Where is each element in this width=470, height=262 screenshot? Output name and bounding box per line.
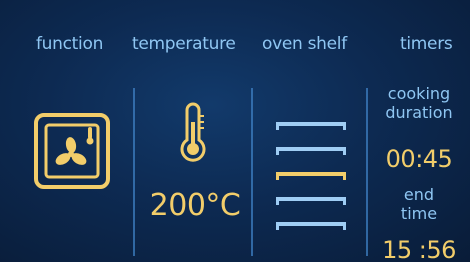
fan-oven-icon[interactable] xyxy=(33,112,111,192)
shelf-level-1[interactable] xyxy=(276,122,346,130)
shelf-level-3[interactable] xyxy=(276,172,346,180)
end-label-line1: end xyxy=(403,185,435,204)
header-temperature[interactable]: temperature xyxy=(132,34,236,54)
oven-display: function temperature oven shelf timers 2… xyxy=(0,0,470,262)
end-time-value[interactable]: 15 :56 xyxy=(372,236,466,262)
header-function[interactable]: function xyxy=(36,34,103,54)
shelf-level-4[interactable] xyxy=(276,197,346,205)
shelf-level-5[interactable] xyxy=(276,222,346,230)
cooking-label-line2: duration xyxy=(385,103,453,122)
column-divider xyxy=(251,88,253,256)
end-time-label: end time xyxy=(372,185,466,223)
thermometer-icon[interactable] xyxy=(176,102,210,164)
cooking-duration-label: cooking duration xyxy=(372,84,466,122)
shelf-level-2[interactable] xyxy=(276,147,346,155)
header-oven-shelf[interactable]: oven shelf xyxy=(262,34,347,54)
column-divider xyxy=(366,88,368,256)
header-timers[interactable]: timers xyxy=(400,34,453,54)
cooking-duration-value[interactable]: 00:45 xyxy=(372,145,466,173)
column-divider xyxy=(133,88,135,256)
end-label-line2: time xyxy=(400,204,438,223)
cooking-label-line1: cooking xyxy=(387,84,451,103)
temperature-value[interactable]: 200°C xyxy=(140,188,250,223)
